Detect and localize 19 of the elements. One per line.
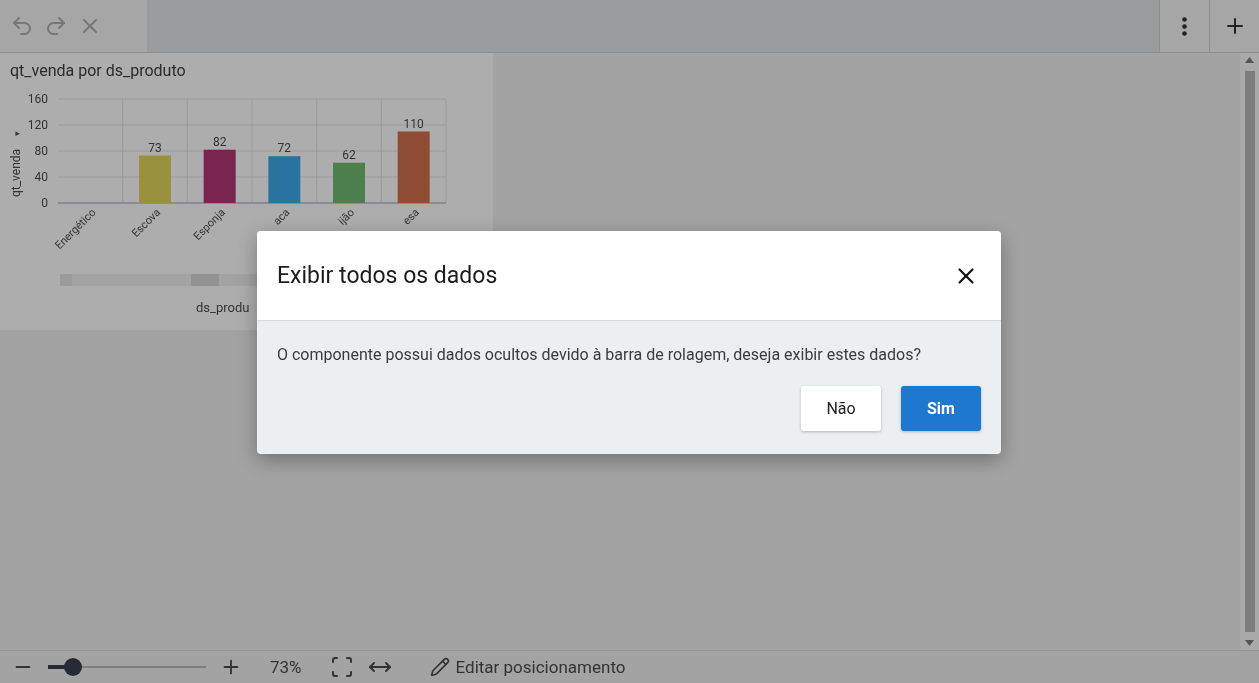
zoom-percent: 73% — [270, 657, 302, 677]
chart-title: qt_venda por ds_produto — [9, 60, 187, 81]
value-label: 72 — [277, 141, 292, 156]
category-label: ijão — [335, 205, 358, 228]
value-label: 82 — [212, 134, 227, 149]
x-axis-label: ds_produ — [196, 300, 250, 315]
tick-label: 160 — [27, 92, 48, 106]
tick-label: 0 — [41, 196, 48, 210]
category-label: esa — [400, 205, 422, 228]
tick-label: 40 — [34, 170, 48, 184]
value-label: 62 — [342, 147, 356, 162]
category-label: aca — [270, 205, 293, 228]
dialog-message: O componente possui dados ocultos devido à barra de rolagem, deseja exibir estes dados? — [276, 344, 923, 364]
dialog-title: Exibir todos os dados — [277, 262, 498, 289]
tick-label: 120 — [27, 118, 48, 132]
y-axis-label: qt_venda — [9, 148, 23, 198]
value-label: 73 — [148, 140, 162, 155]
tick-label: 80 — [34, 144, 48, 158]
value-label: 110 — [403, 116, 424, 131]
